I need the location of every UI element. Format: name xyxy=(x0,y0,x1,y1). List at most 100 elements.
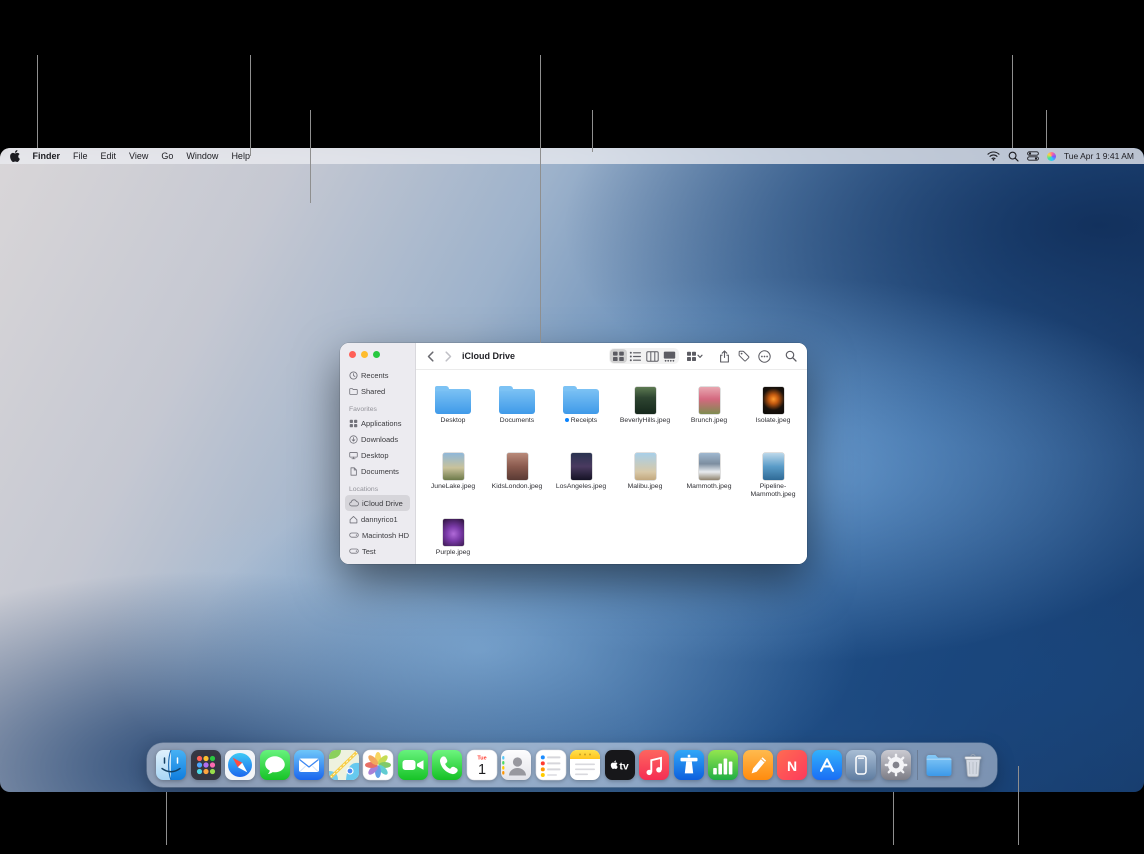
file-label: LosAngeles.jpeg xyxy=(556,483,606,491)
view-icons-button[interactable] xyxy=(610,349,627,363)
dock-news[interactable]: N xyxy=(776,749,808,781)
image-thumbnail xyxy=(763,387,784,414)
control-center-icon[interactable] xyxy=(1027,151,1039,161)
group-button[interactable] xyxy=(686,351,703,362)
dock-calendar[interactable]: Tue1 xyxy=(466,749,498,781)
dock-messages[interactable] xyxy=(259,749,291,781)
file-label: Purple.jpeg xyxy=(436,549,470,557)
callout-line-9 xyxy=(893,792,894,845)
close-button[interactable] xyxy=(349,351,356,358)
dock-system-settings[interactable] xyxy=(880,749,912,781)
file-label: Desktop xyxy=(441,417,466,425)
dock-reminders[interactable] xyxy=(535,749,567,781)
file-desktop[interactable]: Desktop xyxy=(421,376,485,442)
dock-tv[interactable]: tv xyxy=(604,749,636,781)
search-button[interactable] xyxy=(785,350,797,362)
sidebar-item-macintosh-hd[interactable]: Macintosh HD xyxy=(345,527,410,543)
finder-main: iCloud Drive Desktop DocumentsReceipts Bev… xyxy=(416,343,807,564)
sidebar-item-recents[interactable]: Recents xyxy=(345,367,410,383)
dock-downloads[interactable] xyxy=(923,749,955,781)
dock-mail[interactable] xyxy=(293,749,325,781)
callout-line-7 xyxy=(1046,110,1047,148)
view-list-button[interactable] xyxy=(627,349,644,363)
folder-icon xyxy=(499,389,535,414)
dock-trash[interactable] xyxy=(957,749,989,781)
dock-notes[interactable] xyxy=(569,749,601,781)
file-icon-wrap xyxy=(443,442,464,480)
file-mammoth-jpeg[interactable]: Mammoth.jpeg xyxy=(677,442,741,508)
sidebar-item-documents[interactable]: Documents xyxy=(345,463,410,479)
more-button[interactable] xyxy=(758,350,771,363)
svg-text:tv: tv xyxy=(619,760,628,772)
file-brunch-jpeg[interactable]: Brunch.jpeg xyxy=(677,376,741,442)
spotlight-icon[interactable] xyxy=(1008,151,1019,162)
menu-bar-clock[interactable]: Tue Apr 1 9:41 AM xyxy=(1064,151,1134,161)
menubar-status xyxy=(987,151,1056,162)
file-documents[interactable]: Documents xyxy=(485,376,549,442)
dock-phone[interactable] xyxy=(431,749,463,781)
dock-launchpad[interactable] xyxy=(190,749,222,781)
file-isolate-jpeg[interactable]: Isolate.jpeg xyxy=(741,376,805,442)
image-thumbnail xyxy=(699,453,720,480)
menubar-status-area: Tue Apr 1 9:41 AM xyxy=(987,151,1134,162)
dock-app-store[interactable] xyxy=(811,749,843,781)
dock-photos[interactable] xyxy=(362,749,394,781)
file-malibu-jpeg[interactable]: Malibu.jpeg xyxy=(613,442,677,508)
back-button[interactable] xyxy=(426,351,435,362)
file-label: BeverlyHills.jpeg xyxy=(620,417,670,425)
menu-file[interactable]: File xyxy=(67,151,95,161)
sidebar-item-label: Documents xyxy=(361,467,399,476)
sidebar-item-dannyrico1[interactable]: dannyrico1 xyxy=(345,511,410,527)
sidebar-item-shared[interactable]: Shared xyxy=(345,383,410,399)
menu-go[interactable]: Go xyxy=(155,151,180,161)
menu-finder[interactable]: Finder xyxy=(26,151,67,161)
forward-button[interactable] xyxy=(444,351,453,362)
sidebar-item-test[interactable]: Test xyxy=(345,543,410,559)
sidebar-item-desktop[interactable]: Desktop xyxy=(345,447,410,463)
dock-maps[interactable] xyxy=(328,749,360,781)
dock-keynote[interactable] xyxy=(673,749,705,781)
file-purple-jpeg[interactable]: Purple.jpeg xyxy=(421,508,485,564)
file-beverlyhills-jpeg[interactable]: BeverlyHills.jpeg xyxy=(613,376,677,442)
share-button[interactable] xyxy=(719,350,730,363)
sidebar-item-label: Test xyxy=(362,547,376,556)
dock-contacts[interactable] xyxy=(500,749,532,781)
file-icon-wrap xyxy=(635,376,656,414)
image-thumbnail xyxy=(443,453,464,480)
siri-icon[interactable] xyxy=(1047,152,1056,161)
wifi-icon[interactable] xyxy=(987,151,1000,161)
sidebar-item-applications[interactable]: Applications xyxy=(345,415,410,431)
view-columns-button[interactable] xyxy=(644,349,661,363)
sidebar-item-label: Desktop xyxy=(361,451,389,460)
dock-facetime[interactable] xyxy=(397,749,429,781)
dock-apps: Tue1 tv N xyxy=(155,749,912,781)
dock-finder[interactable] xyxy=(155,749,187,781)
menu-help[interactable]: Help xyxy=(225,151,257,161)
tag-button[interactable] xyxy=(738,350,750,362)
dock-music[interactable] xyxy=(638,749,670,781)
menu-edit[interactable]: Edit xyxy=(94,151,123,161)
dock-safari[interactable] xyxy=(224,749,256,781)
file-kidslondon-jpeg[interactable]: KidsLondon.jpeg xyxy=(485,442,549,508)
view-gallery-button[interactable] xyxy=(661,349,678,363)
sidebar-item-icloud-drive[interactable]: iCloud Drive xyxy=(345,495,410,511)
file-icon-wrap xyxy=(763,442,784,480)
file-pipeline-mammoth-jpeg[interactable]: Pipeline-Mammoth.jpeg xyxy=(741,442,805,508)
file-junelake-jpeg[interactable]: JuneLake.jpeg xyxy=(421,442,485,508)
zoom-button[interactable] xyxy=(373,351,380,358)
finder-toolbar: iCloud Drive xyxy=(416,343,807,370)
menu-view[interactable]: View xyxy=(123,151,155,161)
file-losangeles-jpeg[interactable]: LosAngeles.jpeg xyxy=(549,442,613,508)
dock-numbers[interactable] xyxy=(707,749,739,781)
sidebar-item-label: iCloud Drive xyxy=(362,499,403,508)
file-receipts[interactable]: Receipts xyxy=(549,376,613,442)
sidebar-item-downloads[interactable]: Downloads xyxy=(345,431,410,447)
file-label: JuneLake.jpeg xyxy=(431,483,475,491)
apple-menu-icon[interactable] xyxy=(10,150,20,162)
dock-pages[interactable] xyxy=(742,749,774,781)
svg-text:1: 1 xyxy=(477,762,485,778)
callout-line-8 xyxy=(166,792,167,845)
dock-iphone-mirroring[interactable] xyxy=(845,749,877,781)
menu-window[interactable]: Window xyxy=(180,151,225,161)
minimize-button[interactable] xyxy=(361,351,368,358)
